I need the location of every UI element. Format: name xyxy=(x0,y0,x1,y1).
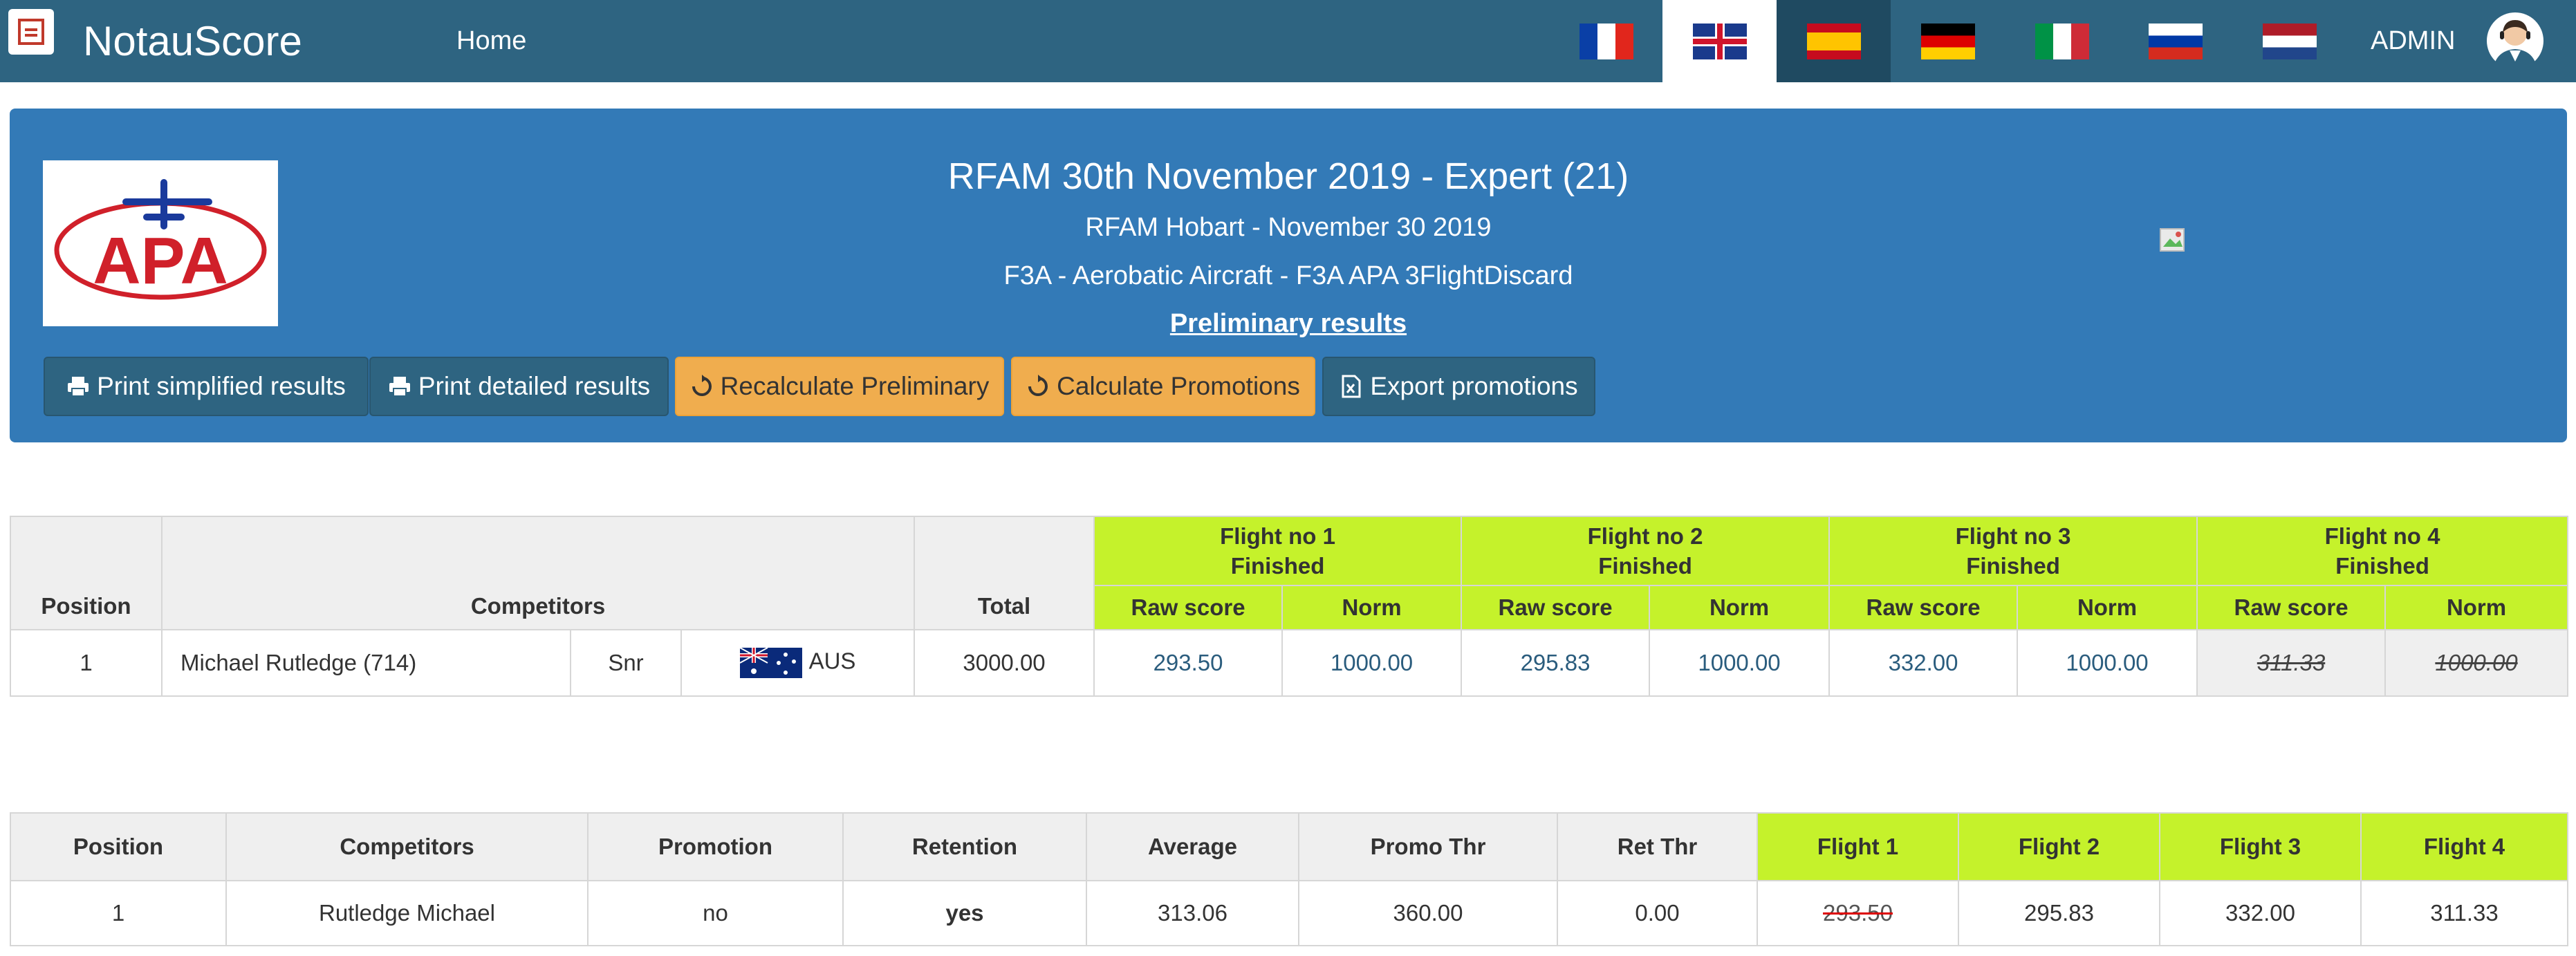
flight-2-norm-cell[interactable]: 1000.00 xyxy=(1649,629,1831,697)
app-logo[interactable] xyxy=(8,9,54,55)
flight-3-norm-cell[interactable]: 1000.00 xyxy=(2017,629,2198,697)
promo-flight-3-header: Flight 3 xyxy=(2159,812,2362,881)
admin-menu[interactable]: ADMIN xyxy=(2371,24,2455,58)
printer-icon xyxy=(389,377,410,397)
promo-flight-4-cell: 311.33 xyxy=(2360,880,2568,946)
norm-header: Norm xyxy=(2384,585,2569,630)
raw-score-header: Raw score xyxy=(2196,585,2387,630)
print-simplified-button[interactable]: Print simplified results xyxy=(44,357,369,416)
recalculate-preliminary-button[interactable]: Recalculate Preliminary xyxy=(675,357,1004,416)
refresh-icon xyxy=(692,375,712,396)
average-cell: 313.06 xyxy=(1086,880,1299,946)
flight-3-header: Flight no 3 Finished xyxy=(1828,516,2198,586)
italy-flag-icon xyxy=(2035,23,2089,59)
broken-image-icon xyxy=(2160,228,2185,252)
france-flag-icon xyxy=(1579,23,1633,59)
promo-flight-2-cell: 295.83 xyxy=(1958,880,2160,946)
promo-position-header: Position xyxy=(10,812,227,881)
print-simplified-label: Print simplified results xyxy=(97,372,346,400)
country-code: AUS xyxy=(808,648,856,674)
lang-russian[interactable] xyxy=(2118,0,2232,82)
lang-italian[interactable] xyxy=(2005,0,2119,82)
print-detailed-button[interactable]: Print detailed results xyxy=(369,357,669,416)
user-avatar-icon[interactable] xyxy=(2486,12,2544,70)
norm-header: Norm xyxy=(2017,585,2198,630)
export-promotions-button[interactable]: Export promotions xyxy=(1322,357,1595,416)
results-status-label[interactable]: Preliminary results xyxy=(1170,309,1407,338)
lang-dutch[interactable] xyxy=(2232,0,2346,82)
country-cell: AUS xyxy=(680,629,916,697)
ret-thr-cell: 0.00 xyxy=(1557,880,1758,946)
calculate-promotions-button[interactable]: Calculate Promotions xyxy=(1011,357,1315,416)
flight-2-raw-cell[interactable]: 295.83 xyxy=(1461,629,1651,697)
flight-1-header: Flight no 1 Finished xyxy=(1093,516,1463,586)
promotions-table: Position Competitors Promotion Retention… xyxy=(10,812,2568,946)
raw-score-header: Raw score xyxy=(1093,585,1284,630)
retention-header: Retention xyxy=(842,812,1087,881)
competition-header-panel: APA RFAM 30th November 2019 - Expert (21… xyxy=(10,109,2567,442)
flight-4-raw-cell-discarded[interactable]: 311.33 xyxy=(2196,629,2387,697)
position-header: Position xyxy=(10,516,163,630)
retention-cell: yes xyxy=(842,880,1087,946)
raw-score-header: Raw score xyxy=(1828,585,2019,630)
promo-flight-3-cell: 332.00 xyxy=(2159,880,2362,946)
promotion-cell: no xyxy=(587,880,844,946)
flight-4-header: Flight no 4 Finished xyxy=(2196,516,2569,586)
russia-flag-icon xyxy=(2148,23,2203,59)
lang-spanish[interactable] xyxy=(1777,0,1891,82)
printer-icon xyxy=(68,377,89,397)
ret-thr-header: Ret Thr xyxy=(1557,812,1758,881)
brand-name[interactable]: NotauScore xyxy=(83,14,302,69)
total-header: Total xyxy=(914,516,1095,630)
promo-flight-4-header: Flight 4 xyxy=(2360,812,2568,881)
australia-flag-icon xyxy=(739,648,802,678)
results-status-link[interactable]: Preliminary results xyxy=(10,303,2567,344)
lang-german[interactable] xyxy=(1891,0,2005,82)
promo-competitors-header: Competitors xyxy=(225,812,589,881)
raw-score-header: Raw score xyxy=(1461,585,1651,630)
spain-flag-icon xyxy=(1806,23,1861,59)
excel-file-icon xyxy=(1342,375,1361,398)
flight-2-header: Flight no 2 Finished xyxy=(1461,516,1831,586)
results-table: Position Competitors Total Flight no 1 Fi… xyxy=(10,516,2569,697)
recalculate-label: Recalculate Preliminary xyxy=(720,372,990,400)
calculate-promotions-label: Calculate Promotions xyxy=(1057,372,1300,400)
netherlands-flag-icon xyxy=(2262,23,2317,59)
print-detailed-label: Print detailed results xyxy=(418,372,651,400)
flight-1-norm-cell[interactable]: 1000.00 xyxy=(1281,629,1463,697)
lang-english[interactable] xyxy=(1662,0,1777,82)
promo-flight-1-header: Flight 1 xyxy=(1757,812,1959,881)
lang-french[interactable] xyxy=(1549,0,1663,82)
promo-competitor-cell: Rutledge Michael xyxy=(225,880,589,946)
uk-flag-icon xyxy=(1692,23,1747,59)
position-cell: 1 xyxy=(10,629,163,697)
norm-header: Norm xyxy=(1281,585,1463,630)
competitor-name-cell: Michael Rutledge (714) xyxy=(161,629,571,697)
table-row: 1 Michael Rutledge (714) Snr AUS 3000.00… xyxy=(10,629,2569,697)
promo-flight-2-header: Flight 2 xyxy=(1958,812,2160,881)
average-header: Average xyxy=(1086,812,1299,881)
table-row: 1 Rutledge Michael no yes 313.06 360.00 … xyxy=(10,880,2568,946)
refresh-icon xyxy=(1028,375,1048,396)
competition-title: RFAM 30th November 2019 - Expert (21) xyxy=(947,156,1629,197)
category-cell: Snr xyxy=(570,629,682,697)
flight-4-norm-cell-discarded[interactable]: 1000.00 xyxy=(2384,629,2569,697)
promo-thr-header: Promo Thr xyxy=(1298,812,1558,881)
nav-home-link[interactable]: Home xyxy=(456,24,526,58)
promo-position-cell: 1 xyxy=(10,880,227,946)
norm-header: Norm xyxy=(1649,585,1831,630)
export-promotions-label: Export promotions xyxy=(1370,372,1578,400)
total-cell: 3000.00 xyxy=(914,629,1095,697)
promo-flight-1-cell-discarded: 293.50 xyxy=(1757,880,1959,946)
flight-1-raw-cell[interactable]: 293.50 xyxy=(1093,629,1284,697)
competitors-header: Competitors xyxy=(160,516,916,630)
flight-3-raw-cell[interactable]: 332.00 xyxy=(1828,629,2019,697)
germany-flag-icon xyxy=(1920,23,1975,59)
navbar: NotauScore Home ADMIN xyxy=(0,0,2576,82)
promotion-header: Promotion xyxy=(587,812,844,881)
class-name: F3A - Aerobatic Aircraft - F3A APA 3Flig… xyxy=(1003,261,1573,290)
promo-thr-cell: 360.00 xyxy=(1298,880,1558,946)
